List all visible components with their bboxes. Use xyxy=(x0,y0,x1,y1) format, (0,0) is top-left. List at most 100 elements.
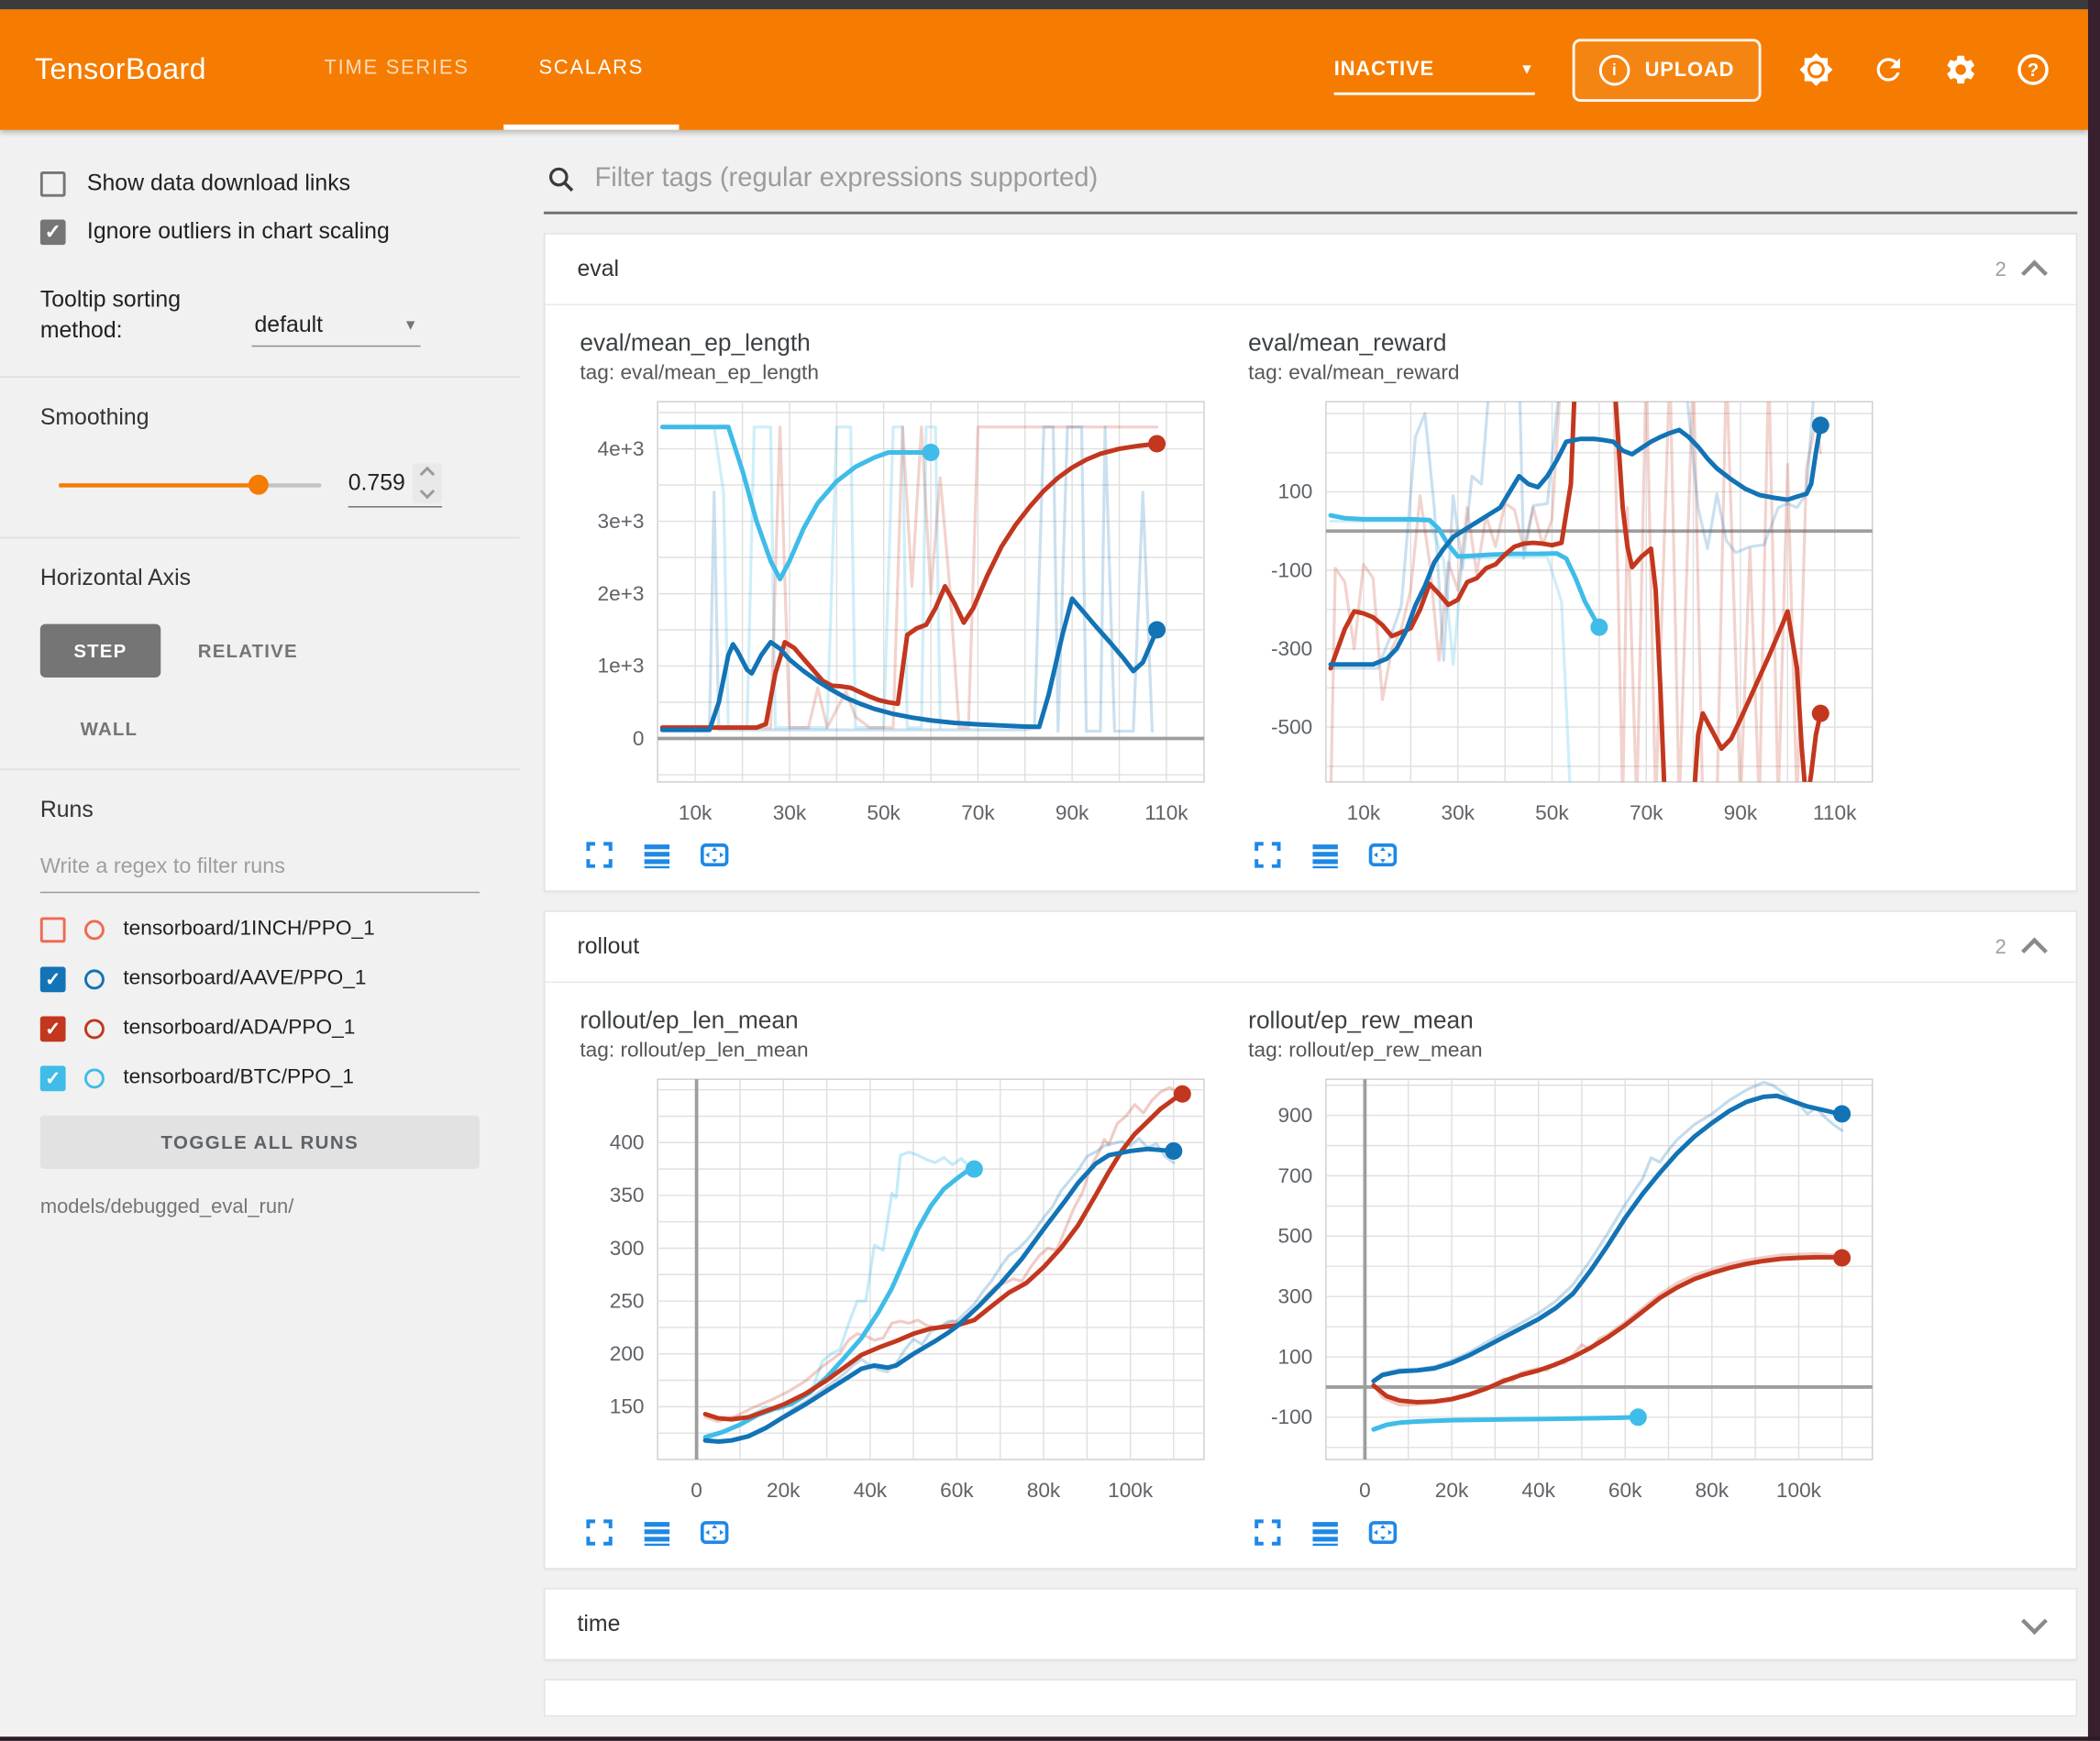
collapse-chevron-icon[interactable] xyxy=(2021,937,2048,964)
smoothing-slider-fill xyxy=(59,483,258,487)
run-checkbox[interactable]: ✓ xyxy=(40,1065,66,1091)
smoothing-slider[interactable] xyxy=(59,483,321,487)
fullscreen-icon[interactable] xyxy=(582,838,616,872)
svg-text:150: 150 xyxy=(610,1395,645,1418)
search-icon xyxy=(547,164,576,193)
svg-text:100: 100 xyxy=(1278,480,1313,503)
refresh-icon[interactable] xyxy=(1871,52,1906,87)
section-header-rollout[interactable]: rollout 2 xyxy=(545,912,2075,982)
svg-text:80k: 80k xyxy=(1696,1479,1730,1502)
svg-text:70k: 70k xyxy=(961,801,995,824)
line-chart-canvas[interactable]: 020k40k60k80k100k-100100300500700900 xyxy=(1248,1068,1880,1513)
smoothing-value-box xyxy=(348,463,442,507)
svg-text:900: 900 xyxy=(1278,1104,1313,1127)
tooltip-sorting-select[interactable]: default ▼ xyxy=(252,309,421,347)
run-row-aave[interactable]: ✓ tensorboard/AAVE/PPO_1 xyxy=(40,966,498,992)
line-chart-canvas[interactable]: 020k40k60k80k100k150200250300350400 xyxy=(580,1068,1211,1513)
run-row-btc[interactable]: ✓ tensorboard/BTC/PPO_1 xyxy=(40,1065,498,1091)
runs-filter-input[interactable] xyxy=(40,855,480,879)
run-color-circle-icon xyxy=(84,1019,105,1039)
section-header-time[interactable]: time xyxy=(545,1590,2075,1659)
ignore-outliers-label: Ignore outliers in chart scaling xyxy=(87,218,390,245)
section-title: time xyxy=(577,1611,620,1637)
upload-button[interactable]: i UPLOAD xyxy=(1573,39,1762,102)
run-label: tensorboard/1INCH/PPO_1 xyxy=(123,918,374,942)
svg-text:100: 100 xyxy=(1278,1345,1313,1368)
toggle-lines-icon[interactable] xyxy=(1309,838,1343,872)
toggle-lines-icon[interactable] xyxy=(640,1515,674,1549)
sidebar-divider xyxy=(0,536,520,537)
chart-tag: tag: eval/mean_ep_length xyxy=(580,361,1232,385)
show-download-links-label: Show data download links xyxy=(87,170,350,196)
runs-logdir-path: models/debugged_eval_run/ xyxy=(40,1196,498,1218)
smoothing-row xyxy=(59,463,498,507)
stepper-down-icon[interactable] xyxy=(420,484,436,500)
toggle-lines-icon[interactable] xyxy=(1309,1515,1343,1549)
line-chart-canvas[interactable]: 10k30k50k70k90k110k100-100-300-500 xyxy=(1248,391,1880,835)
line-chart-canvas[interactable]: 10k30k50k70k90k110k01e+32e+33e+34e+3 xyxy=(580,391,1211,835)
fit-domain-icon[interactable] xyxy=(1366,838,1400,872)
fit-domain-icon[interactable] xyxy=(698,1515,732,1549)
svg-text:500: 500 xyxy=(1278,1225,1313,1248)
svg-text:40k: 40k xyxy=(1521,1479,1555,1502)
tab-scalars[interactable]: SCALARS xyxy=(504,9,680,129)
stepper-up-icon[interactable] xyxy=(420,467,436,482)
svg-text:60k: 60k xyxy=(940,1479,974,1502)
run-checkbox[interactable] xyxy=(40,917,66,942)
svg-text:40k: 40k xyxy=(854,1479,888,1502)
fullscreen-icon[interactable] xyxy=(1251,1515,1285,1549)
run-label: tensorboard/AAVE/PPO_1 xyxy=(123,967,366,991)
tab-time-series[interactable]: TIME SERIES xyxy=(290,9,504,129)
filter-tags-input[interactable] xyxy=(592,162,2075,196)
svg-text:100k: 100k xyxy=(1108,1479,1154,1502)
settings-gear-icon[interactable] xyxy=(1943,52,1978,87)
ignore-outliers-checkbox[interactable]: ✓ xyxy=(40,219,66,245)
toggle-all-runs-button[interactable]: TOGGLE ALL RUNS xyxy=(40,1115,480,1168)
status-dropdown[interactable]: INACTIVE ▼ xyxy=(1334,58,1535,95)
run-color-circle-icon xyxy=(84,920,105,940)
collapse-chevron-icon[interactable] xyxy=(2021,1608,2048,1635)
show-download-links-checkbox[interactable] xyxy=(40,171,66,196)
fullscreen-icon[interactable] xyxy=(1251,838,1285,872)
run-checkbox[interactable]: ✓ xyxy=(40,1016,66,1041)
fullscreen-icon[interactable] xyxy=(582,1515,616,1549)
chart-tag: tag: eval/mean_reward xyxy=(1248,361,1900,385)
app-header: TensorBoard TIME SERIES SCALARS INACTIVE… xyxy=(0,9,2088,129)
run-row-ada[interactable]: ✓ tensorboard/ADA/PPO_1 xyxy=(40,1016,498,1041)
axis-wall-button[interactable]: WALL xyxy=(81,718,499,739)
upload-label: UPLOAD xyxy=(1645,59,1735,82)
section-body-rollout: rollout/ep_len_mean tag: rollout/ep_len_… xyxy=(545,982,2075,1569)
svg-text:60k: 60k xyxy=(1608,1479,1642,1502)
collapse-chevron-icon[interactable] xyxy=(2021,259,2048,286)
svg-text:400: 400 xyxy=(610,1131,645,1154)
smoothing-stepper[interactable] xyxy=(413,463,442,503)
svg-text:0: 0 xyxy=(1359,1479,1371,1502)
section-body-eval: eval/mean_ep_length tag: eval/mean_ep_le… xyxy=(545,304,2075,891)
svg-text:-100: -100 xyxy=(1271,1405,1312,1428)
svg-text:50k: 50k xyxy=(1535,801,1569,824)
fit-domain-icon[interactable] xyxy=(698,838,732,872)
fit-domain-icon[interactable] xyxy=(1366,1515,1400,1549)
help-icon[interactable]: ? xyxy=(2016,52,2050,87)
smoothing-value-input[interactable] xyxy=(348,469,413,496)
info-icon: i xyxy=(1599,54,1630,85)
toggle-lines-icon[interactable] xyxy=(640,838,674,872)
section-header-eval[interactable]: eval 2 xyxy=(545,235,2075,304)
svg-text:90k: 90k xyxy=(1724,801,1758,824)
chart-tag: tag: rollout/ep_len_mean xyxy=(580,1039,1232,1063)
svg-text:250: 250 xyxy=(610,1289,645,1312)
svg-text:50k: 50k xyxy=(867,801,901,824)
axis-step-button[interactable]: STEP xyxy=(40,623,160,677)
svg-text:4e+3: 4e+3 xyxy=(598,437,645,460)
brightness-icon[interactable] xyxy=(1798,52,1833,87)
svg-text:80k: 80k xyxy=(1027,1479,1061,1502)
run-row-1inch[interactable]: tensorboard/1INCH/PPO_1 xyxy=(40,917,498,942)
section-card-time: time xyxy=(544,1588,2077,1660)
smoothing-heading: Smoothing xyxy=(40,404,498,431)
chart-toolbar xyxy=(582,838,1232,872)
smoothing-slider-thumb[interactable] xyxy=(249,475,269,495)
chart-title: eval/mean_ep_length xyxy=(580,329,1232,358)
window-right-edge xyxy=(2088,0,2100,1741)
axis-relative-button[interactable]: RELATIVE xyxy=(198,640,298,661)
run-checkbox[interactable]: ✓ xyxy=(40,966,66,992)
